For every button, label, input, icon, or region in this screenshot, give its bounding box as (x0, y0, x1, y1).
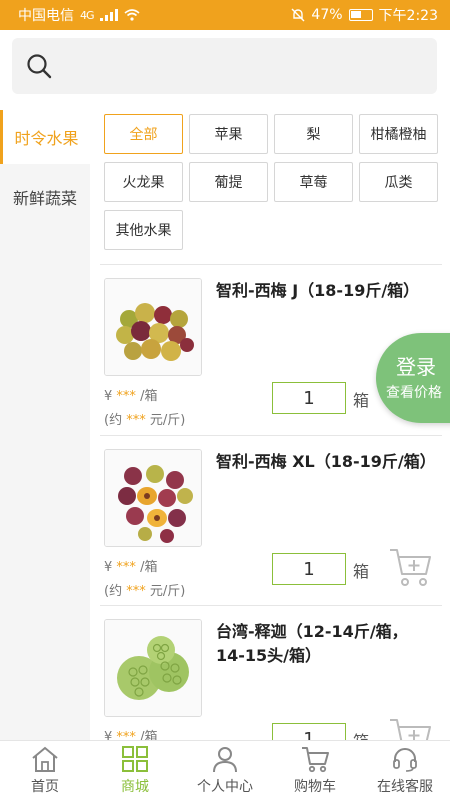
price-unit: /箱 (140, 560, 158, 575)
user-icon (213, 747, 237, 773)
unit-price-prefix: (约 (104, 584, 123, 599)
nav-label: 商城 (121, 779, 149, 795)
unit-price-suffix: 元/斤) (149, 584, 186, 599)
clock: 下午2:23 (378, 8, 438, 24)
home-icon (32, 746, 58, 772)
nav-item-home[interactable]: 首页 (0, 741, 90, 800)
product-card[interactable]: 智利-西梅 XL（18-19斤/箱） ¥ *** /箱 (约 *** 元/斤) … (104, 436, 444, 606)
network-label: 4G (80, 8, 94, 22)
battery-icon (348, 9, 373, 21)
headset-icon (393, 748, 417, 772)
category-sidebar: 时令水果 新鲜蔬菜 (0, 110, 90, 740)
price-unit: /箱 (140, 389, 158, 404)
price-masked: *** (116, 389, 136, 404)
add-to-cart-icon[interactable] (388, 544, 434, 590)
category-item-seasonal-fruit[interactable]: 时令水果 (0, 110, 90, 164)
filter-chip-citrus[interactable]: 柑橘橙柚 (359, 114, 438, 154)
product-unit-price: (约 *** 元/斤) (104, 580, 185, 599)
grid-icon (122, 746, 148, 772)
view-price-label: 查看价格 (386, 385, 442, 401)
search-bar[interactable] (12, 38, 437, 94)
nav-label: 购物车 (294, 779, 336, 795)
nav-item-profile[interactable]: 个人中心 (180, 741, 270, 800)
bottom-nav: 首页 商城 个人中心 购物车 在线客服 (0, 740, 450, 800)
product-price: ¥ *** /箱 (104, 556, 157, 575)
quantity-input[interactable]: 1 (272, 382, 346, 414)
quantity-input[interactable]: 1 (272, 553, 346, 585)
filter-chip-strawberry[interactable]: 草莓 (274, 162, 353, 202)
plums-cut-icon (105, 450, 201, 546)
filter-chips: 全部 苹果 梨 柑橘橙柚 火龙果 葡提 草莓 瓜类 其他水果 (104, 114, 440, 250)
carrier-label: 中国电信 (18, 8, 74, 24)
mute-icon (291, 8, 305, 22)
filter-chip-dragonfruit[interactable]: 火龙果 (104, 162, 183, 202)
product-unit-price: (约 *** 元/斤) (104, 409, 185, 428)
product-image[interactable] (104, 619, 202, 717)
product-name[interactable]: 智利-西梅 J（18-19斤/箱） (216, 279, 436, 303)
quantity-unit: 箱 (353, 391, 370, 410)
sugar-apple-icon (105, 620, 201, 716)
search-icon[interactable] (26, 53, 52, 79)
unit-price-masked: *** (126, 584, 146, 599)
nav-item-cart[interactable]: 购物车 (270, 741, 360, 800)
cart-icon (302, 747, 329, 773)
filter-chip-all[interactable]: 全部 (104, 114, 183, 154)
filter-chip-grape[interactable]: 葡提 (189, 162, 268, 202)
quantity-unit: 箱 (353, 562, 370, 581)
nav-item-mall[interactable]: 商城 (90, 741, 180, 800)
product-price: ¥ *** /箱 (104, 385, 157, 404)
product-name[interactable]: 台湾-释迦（12-14斤/箱，14-15头/箱） (216, 620, 436, 668)
product-image[interactable] (104, 278, 202, 376)
filter-chip-other-fruit[interactable]: 其他水果 (104, 210, 183, 250)
nav-label: 个人中心 (197, 779, 253, 795)
category-item-fresh-vegetables[interactable]: 新鲜蔬菜 (0, 170, 90, 224)
login-label: 登录 (396, 355, 436, 379)
product-name[interactable]: 智利-西梅 XL（18-19斤/箱） (216, 450, 436, 474)
product-image[interactable] (104, 449, 202, 547)
nav-item-customer-service[interactable]: 在线客服 (360, 741, 450, 800)
search-input[interactable] (62, 46, 422, 86)
wifi-icon (124, 9, 140, 21)
currency-symbol: ¥ (104, 560, 113, 575)
status-bar: 中国电信 4G 47% 下午2:23 (0, 0, 450, 30)
signal-icon (99, 9, 118, 21)
filter-chip-pear[interactable]: 梨 (274, 114, 353, 154)
currency-symbol: ¥ (104, 389, 113, 404)
filter-chip-melon[interactable]: 瓜类 (359, 162, 438, 202)
nav-label: 首页 (31, 779, 59, 795)
filter-chip-apple[interactable]: 苹果 (189, 114, 268, 154)
unit-price-prefix: (约 (104, 413, 123, 428)
price-masked: *** (116, 560, 136, 575)
battery-percent: 47% (311, 7, 343, 23)
nav-label: 在线客服 (377, 779, 433, 795)
unit-price-masked: *** (126, 413, 146, 428)
plums-icon (105, 279, 201, 375)
unit-price-suffix: 元/斤) (149, 413, 186, 428)
